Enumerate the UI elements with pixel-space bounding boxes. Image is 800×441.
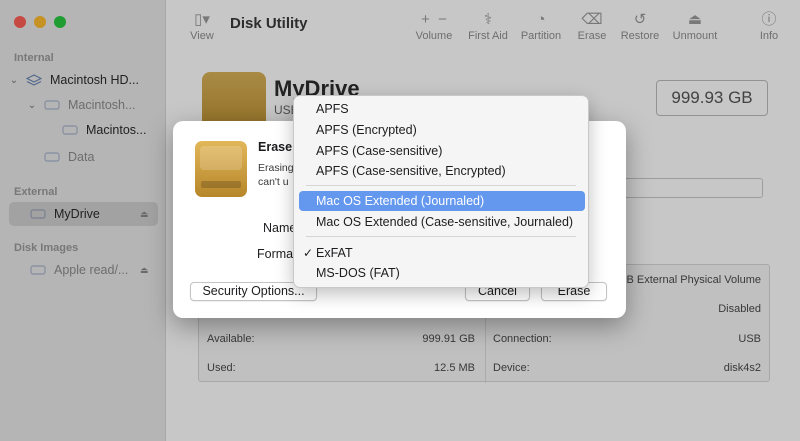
menu-item-apfs[interactable]: APFS <box>299 99 585 119</box>
menu-item-apfs-case-sensitive[interactable]: APFS (Case-sensitive) <box>299 141 585 161</box>
menu-item-label: ExFAT <box>316 246 353 260</box>
sheet-title: Erase <box>258 140 293 154</box>
name-field-label: Name <box>263 221 297 235</box>
checkmark-icon: ✓ <box>303 246 314 260</box>
menu-separator <box>306 236 576 237</box>
format-field-label: Forma <box>257 247 294 261</box>
menu-separator <box>306 185 576 186</box>
external-drive-icon <box>195 141 247 197</box>
menu-item-mac-os-extended-journaled[interactable]: Mac OS Extended (Journaled) <box>299 191 585 211</box>
sheet-description: Erasing <box>258 162 294 174</box>
menu-item-mac-os-extended-case-sensitive-journaled[interactable]: Mac OS Extended (Case-sensitive, Journal… <box>299 212 585 232</box>
menu-item-ms-dos-fat[interactable]: MS-DOS (FAT) <box>299 263 585 283</box>
format-popup-menu: APFS APFS (Encrypted) APFS (Case-sensiti… <box>293 95 589 288</box>
menu-item-exfat[interactable]: ✓ ExFAT <box>299 243 585 263</box>
disk-utility-window: Internal ⌄ Macintosh HD... ⌄ Macintosh..… <box>0 0 800 441</box>
sheet-description-line2: can't u <box>258 176 289 188</box>
menu-item-apfs-case-sensitive-encrypted[interactable]: APFS (Case-sensitive, Encrypted) <box>299 161 585 181</box>
menu-item-apfs-encrypted[interactable]: APFS (Encrypted) <box>299 120 585 140</box>
